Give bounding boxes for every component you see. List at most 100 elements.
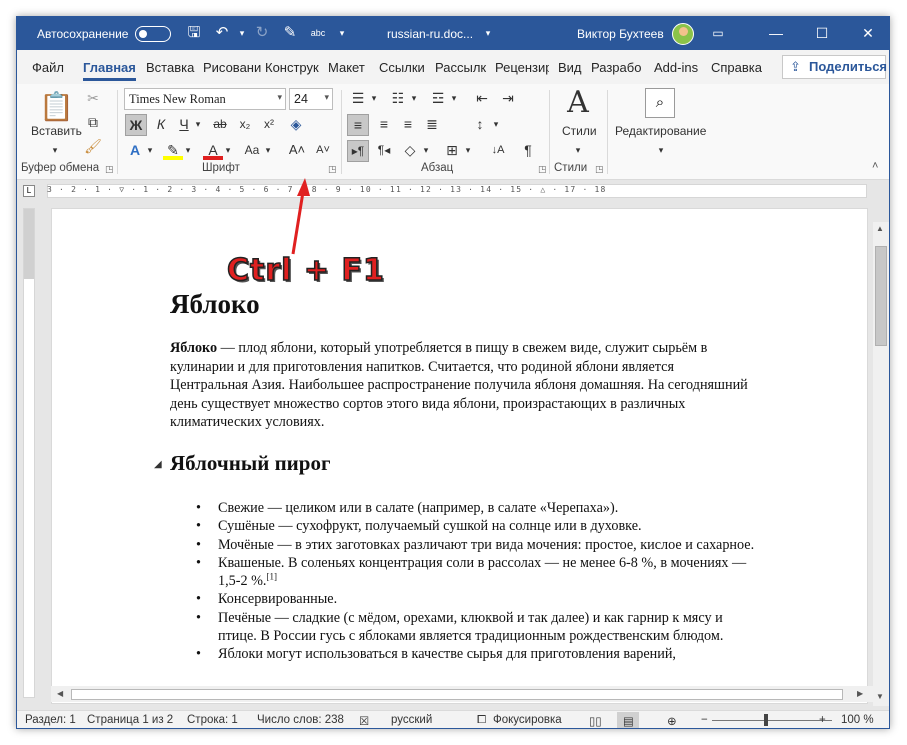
format-painter-icon[interactable]: 🖌 (83, 136, 103, 158)
user-name[interactable]: Виктор Бухтеев (577, 27, 664, 41)
align-right-button[interactable]: ≡ (397, 114, 419, 136)
font-launcher-icon[interactable]: ◳ (328, 164, 337, 175)
list-item[interactable]: Яблоки могут использоваться в качестве с… (196, 645, 758, 664)
read-mode-icon[interactable]: ▯▯ (589, 714, 602, 728)
autosave-toggle[interactable] (135, 26, 171, 42)
paste-dropdown-icon[interactable]: ▾ (49, 140, 61, 162)
justify-button[interactable]: ≣ (421, 114, 443, 136)
list-item[interactable]: Квашеные. В соленьях концентрация соли в… (196, 554, 758, 591)
scroll-left-icon[interactable]: ◀ (57, 689, 63, 698)
undo-dropdown-icon[interactable]: ▾ (233, 24, 251, 42)
paste-label[interactable]: Вставить (31, 124, 82, 138)
web-layout-icon[interactable]: ⊕ (667, 714, 677, 728)
tab-insert[interactable]: Вставка (146, 60, 198, 75)
collapse-ribbon-icon[interactable]: ˄ (872, 160, 878, 172)
clear-formatting-icon[interactable]: ◈ (285, 114, 307, 136)
font-color-icon[interactable]: A (203, 140, 223, 160)
styles-icon[interactable]: A (561, 86, 595, 120)
tab-design[interactable]: Конструк (265, 60, 323, 75)
italic-button[interactable]: К (151, 114, 171, 136)
change-case-button[interactable]: Aa (241, 140, 263, 162)
multilevel-list-icon[interactable]: ☲ (427, 88, 449, 110)
underline-button[interactable]: Ч (174, 114, 194, 136)
superscript-button[interactable]: x² (259, 114, 279, 136)
font-size-dropdown-icon[interactable]: ▾ (324, 92, 329, 103)
zoom-slider-knob[interactable] (764, 714, 768, 726)
collapse-heading-icon[interactable]: ◢ (154, 459, 162, 470)
cut-icon[interactable]: ✂ (83, 88, 103, 110)
status-line[interactable]: Строка: 1 (187, 714, 238, 726)
scroll-down-icon[interactable]: ▼ (876, 692, 884, 701)
highlight-icon[interactable]: ✎ (163, 140, 183, 160)
ribbon-display-icon[interactable]: ▭ (703, 23, 733, 43)
tab-file[interactable]: Файл (32, 60, 64, 75)
vertical-ruler[interactable] (23, 208, 35, 698)
status-page[interactable]: Страница 1 из 2 (87, 714, 173, 726)
zoom-in-button[interactable]: + (819, 714, 826, 726)
shading-icon[interactable]: ◇ (399, 140, 421, 162)
minimize-button[interactable]: — (761, 23, 791, 43)
font-color-dropdown-icon[interactable]: ▾ (223, 140, 233, 162)
editing-dropdown-icon[interactable]: ▾ (655, 140, 667, 162)
font-size-box[interactable]: 24 ▾ (289, 88, 333, 110)
share-button[interactable]: ⇪ Поделиться (782, 55, 887, 79)
scroll-up-icon[interactable]: ▲ (876, 224, 884, 233)
docname-dropdown-icon[interactable]: ▾ (479, 24, 497, 42)
styles-dropdown-icon[interactable]: ▾ (572, 140, 584, 162)
zoom-slider[interactable] (712, 720, 832, 721)
rtl-direction-icon[interactable]: ¶◂ (373, 140, 395, 162)
touch-mode-icon[interactable]: ✎ (281, 24, 299, 42)
text-effects-icon[interactable]: A (125, 140, 145, 162)
grow-font-button[interactable]: A˄ (287, 140, 307, 162)
save-icon[interactable]: 🖫 (185, 24, 203, 42)
status-focus[interactable]: Фокусировка (493, 714, 562, 726)
section-heading[interactable]: Яблочный пирог (170, 451, 330, 476)
bullets-dropdown-icon[interactable]: ▾ (369, 88, 379, 110)
print-layout-icon[interactable]: ▤ (623, 714, 634, 728)
document-name[interactable]: russian-ru.doc... (387, 27, 473, 41)
focus-icon[interactable]: ⧠ (477, 714, 486, 727)
shading-dropdown-icon[interactable]: ▾ (421, 140, 431, 162)
clipboard-launcher-icon[interactable]: ◳ (105, 164, 114, 175)
paragraph-launcher-icon[interactable]: ◳ (538, 164, 547, 175)
list-item[interactable]: Консервированные. (196, 590, 758, 609)
subscript-button[interactable]: x₂ (235, 114, 255, 136)
list-item[interactable]: Печёные — сладкие (с мёдом, орехами, клю… (196, 609, 758, 646)
intro-paragraph[interactable]: Яблоко — плод яблони, который употребляе… (170, 339, 750, 432)
numbering-icon[interactable]: ☷ (387, 88, 409, 110)
sort-icon[interactable]: ↓A (487, 140, 509, 162)
align-center-button[interactable]: ≡ (373, 114, 395, 136)
show-marks-button[interactable]: ¶ (517, 140, 539, 162)
status-language[interactable]: русский (391, 714, 432, 726)
decrease-indent-icon[interactable]: ⇤ (471, 88, 493, 110)
borders-dropdown-icon[interactable]: ▾ (463, 140, 473, 162)
change-case-dropdown-icon[interactable]: ▾ (263, 140, 273, 162)
borders-icon[interactable]: ⊞ (441, 140, 463, 162)
paste-icon[interactable]: 📋 (39, 90, 74, 124)
styles-label[interactable]: Стили (562, 124, 597, 138)
horizontal-ruler[interactable]: L 3 · 2 · 1 · ▽ · 1 · 2 · 3 · 4 · 5 · 6 … (17, 180, 889, 202)
maximize-button[interactable]: ☐ (807, 23, 837, 43)
scroll-right-icon[interactable]: ▶ (857, 689, 863, 698)
increase-indent-icon[interactable]: ⇥ (497, 88, 519, 110)
line-spacing-dropdown-icon[interactable]: ▾ (491, 114, 501, 136)
list-item[interactable]: Сушёные — сухофрукт, получаемый сушкой н… (196, 517, 758, 536)
numbering-dropdown-icon[interactable]: ▾ (409, 88, 419, 110)
shrink-font-button[interactable]: A˅ (313, 140, 333, 162)
undo-icon[interactable]: ↶ (213, 24, 231, 42)
customize-qat-icon[interactable]: ▾ (333, 24, 351, 42)
close-button[interactable]: ✕ (853, 23, 883, 43)
tab-mailings[interactable]: Рассылк (435, 60, 489, 75)
vertical-scrollbar[interactable]: ▲ ▼ (873, 222, 889, 706)
bullets-icon[interactable]: ☰ (347, 88, 369, 110)
editing-label[interactable]: Редактирование (615, 124, 706, 138)
line-spacing-icon[interactable]: ↕ (469, 114, 491, 136)
horizontal-scroll-thumb[interactable] (71, 689, 843, 700)
align-left-button[interactable]: ≡ (347, 114, 369, 136)
strikethrough-button[interactable]: ab (209, 114, 231, 136)
tab-home[interactable]: Главная (83, 60, 136, 81)
copy-icon[interactable]: ⧉ (83, 112, 103, 134)
font-name-box[interactable]: Times New Roman ▾ (124, 88, 286, 110)
tab-selector-icon[interactable]: L (23, 185, 35, 197)
ltr-direction-icon[interactable]: ▸¶ (347, 140, 369, 162)
